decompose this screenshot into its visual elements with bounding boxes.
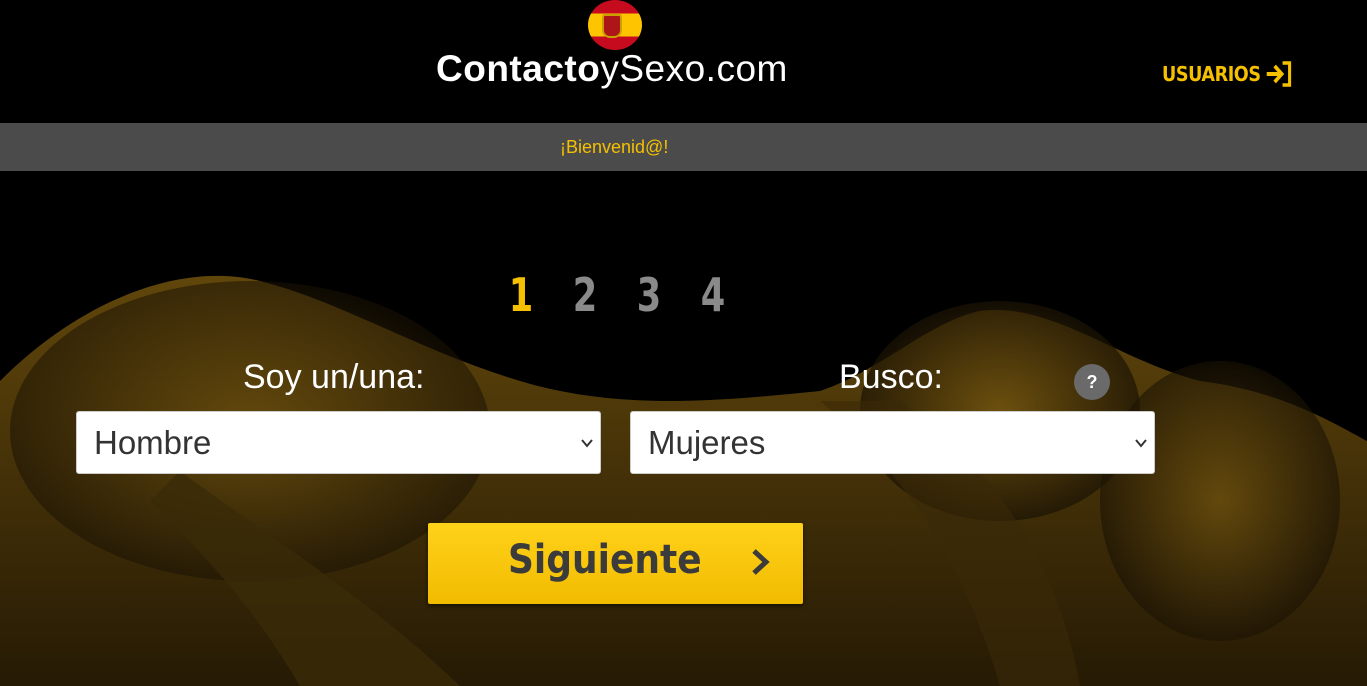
logo-part-sexo: Sexo	[619, 48, 706, 89]
soy-select[interactable]: Hombre	[76, 411, 601, 474]
busco-label: Busco:	[839, 358, 943, 396]
busco-select[interactable]: Mujeres	[630, 411, 1155, 474]
step-2: 2	[572, 268, 598, 322]
step-indicator: 1 2 3 4	[505, 268, 729, 322]
next-button[interactable]: Siguiente	[428, 523, 803, 604]
site-logo[interactable]: ContactoySexo.com	[436, 0, 796, 100]
step-4: 4	[700, 268, 726, 322]
question-icon[interactable]: ?	[1074, 364, 1110, 400]
step-1: 1	[508, 268, 534, 322]
users-login-link[interactable]: USUARIOS	[1162, 60, 1293, 88]
users-link-label: USUARIOS	[1162, 62, 1261, 86]
spain-flag-icon	[588, 0, 642, 50]
chevron-down-icon	[581, 439, 593, 448]
next-button-label: Siguiente	[508, 537, 702, 583]
logo-part-contacto: Contacto	[436, 48, 601, 89]
soy-select-value: Hombre	[94, 424, 212, 461]
chevron-right-icon	[752, 549, 770, 575]
logo-part-com: .com	[705, 48, 788, 89]
site-header: ContactoySexo.com USUARIOS	[0, 0, 1367, 123]
welcome-text: ¡Bienvenid@!	[560, 137, 669, 157]
step-3: 3	[636, 268, 662, 322]
busco-select-value: Mujeres	[648, 424, 766, 461]
sign-in-arrow-icon	[1266, 61, 1292, 87]
logo-text: ContactoySexo.com	[436, 48, 788, 90]
chevron-down-icon	[1135, 439, 1147, 448]
welcome-bar: ¡Bienvenid@!	[0, 123, 1367, 171]
soy-label: Soy un/una:	[243, 358, 425, 396]
logo-part-y: y	[600, 48, 620, 89]
